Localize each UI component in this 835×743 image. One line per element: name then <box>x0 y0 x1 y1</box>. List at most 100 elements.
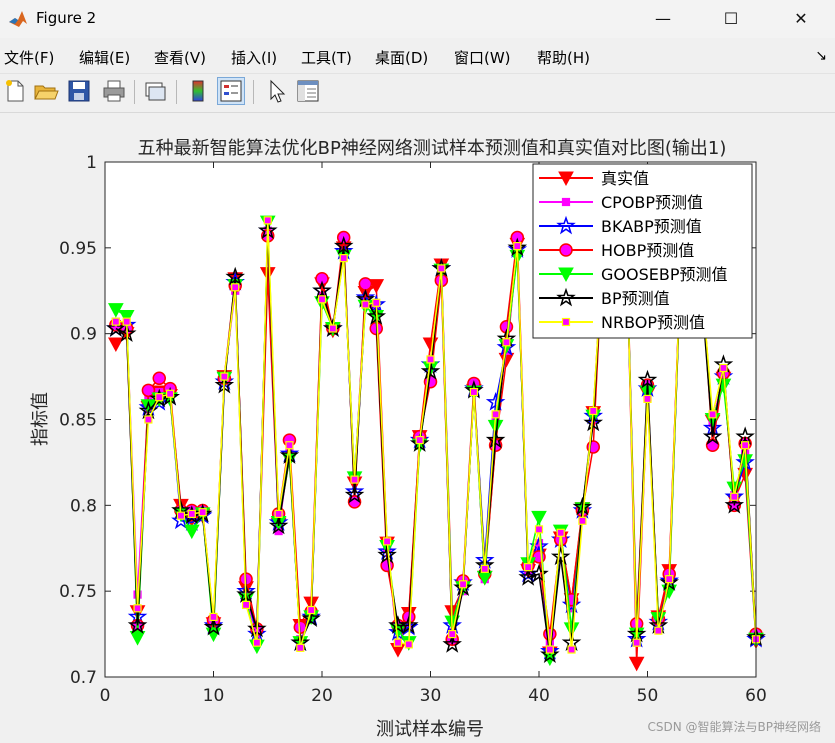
y-tick-label: 0.85 <box>59 411 97 431</box>
series-point <box>372 298 381 307</box>
menu-edit[interactable]: 编辑(E) <box>79 47 130 68</box>
menu-desktop[interactable]: 桌面(D) <box>375 47 428 68</box>
series-point <box>285 441 294 450</box>
x-tick-label: 60 <box>745 686 767 706</box>
x-tick-label: 30 <box>420 686 442 706</box>
toolbar-separator <box>176 80 177 104</box>
legend[interactable]: 真实值 CPOBP预测值 BKABP预测值 HOBP预测值 GOOSEBP预测值 BP预测… <box>532 163 753 339</box>
menu-insert[interactable]: 插入(I) <box>231 47 277 68</box>
series-point <box>176 511 186 520</box>
chart-title: 五种最新智能算法优化BP神经网络测试样本预测值和真实值对比图(输出1) <box>138 138 727 159</box>
series-point <box>383 537 392 546</box>
series-point <box>307 605 316 615</box>
legend-label: NRBOP预测值 <box>601 313 705 332</box>
series-point <box>339 254 348 263</box>
x-tick-label: 40 <box>528 686 550 706</box>
series-point <box>133 604 142 613</box>
series-point <box>415 436 424 445</box>
toolbar-separator <box>253 80 254 104</box>
legend-label: BKABP预测值 <box>601 217 702 236</box>
series-point <box>144 415 153 424</box>
link-plot-icon[interactable] <box>142 78 168 104</box>
menu-view[interactable]: 查看(V) <box>154 47 206 68</box>
series-point <box>296 643 305 652</box>
window-title: Figure 2 <box>36 9 97 27</box>
series-point <box>231 283 240 292</box>
menu-window[interactable]: 窗口(W) <box>454 47 511 68</box>
series-point <box>491 410 500 419</box>
series-point <box>252 638 261 647</box>
window-titlebar: Figure 2 — ☐ ✕ <box>0 0 835 38</box>
series-point <box>111 317 120 326</box>
series-point <box>654 626 663 635</box>
series-point <box>437 264 446 273</box>
series-point <box>263 216 272 225</box>
x-tick-label: 20 <box>311 686 333 706</box>
legend-marker <box>561 317 571 327</box>
series-point <box>361 300 370 309</box>
pointer-icon[interactable] <box>264 78 290 104</box>
minimize-button[interactable]: — <box>640 4 686 34</box>
legend-icon[interactable] <box>217 77 245 105</box>
series-point <box>209 612 218 622</box>
series-point <box>220 372 229 381</box>
series-point <box>480 564 489 573</box>
y-axis-label: 指标值 <box>30 392 51 446</box>
series-point <box>155 393 164 402</box>
menu-help[interactable]: 帮助(H) <box>537 47 590 68</box>
series-point <box>524 563 533 572</box>
series-point <box>458 580 468 589</box>
figure-plot: 五种最新智能算法优化BP神经网络测试样本预测值和真实值对比图(输出1) 0 10 2… <box>30 138 767 740</box>
series-point <box>122 317 131 326</box>
y-tick-label: 1 <box>86 153 97 173</box>
print-icon[interactable] <box>101 78 127 104</box>
series-point <box>578 516 587 525</box>
legend-label: BP预测值 <box>601 289 670 308</box>
series-point <box>469 387 478 397</box>
series-point <box>448 629 457 639</box>
series-point <box>643 394 652 403</box>
series-point <box>152 371 166 386</box>
series-point <box>317 295 327 304</box>
close-button[interactable]: ✕ <box>778 4 824 34</box>
y-tick-label: 0.75 <box>59 582 97 602</box>
series-point <box>741 441 750 450</box>
series-point <box>730 492 739 501</box>
series-point <box>708 410 717 419</box>
x-tick-label: 10 <box>203 686 225 706</box>
property-editor-icon[interactable] <box>295 78 321 104</box>
colorbar-icon[interactable] <box>185 78 211 104</box>
series-point <box>187 509 196 519</box>
series-point <box>502 338 511 347</box>
x-tick-label: 0 <box>100 686 111 706</box>
series-point <box>350 475 359 484</box>
series-point <box>534 525 544 534</box>
series-point <box>358 277 373 291</box>
legend-label: CPOBP预测值 <box>601 193 703 212</box>
new-figure-icon[interactable] <box>2 78 28 104</box>
y-tick-label: 0.95 <box>59 239 97 259</box>
menu-file[interactable]: 文件(F) <box>4 47 54 68</box>
series-point <box>274 509 283 519</box>
maximize-button[interactable]: ☐ <box>708 4 754 34</box>
legend-label: GOOSEBP预测值 <box>601 265 727 284</box>
series-point <box>513 242 522 251</box>
menu-overflow-icon[interactable]: ↘ <box>815 48 827 64</box>
series-point <box>241 600 251 609</box>
x-tick-label: 50 <box>637 686 659 706</box>
legend-label: HOBP预测值 <box>601 241 694 260</box>
y-tick-label: 0.9 <box>70 325 97 345</box>
legend-marker <box>559 243 573 257</box>
save-icon[interactable] <box>66 78 92 104</box>
series-point <box>589 406 598 416</box>
matlab-logo-icon <box>9 11 27 27</box>
series-point <box>532 550 546 564</box>
series-point <box>328 324 337 333</box>
watermark-text: CSDN @智能算法与BP神经网络 <box>647 720 822 734</box>
series-point <box>393 638 403 647</box>
open-file-icon[interactable] <box>33 78 59 104</box>
menu-tools[interactable]: 工具(T) <box>301 47 352 68</box>
legend-label: 真实值 <box>601 169 649 188</box>
x-axis-label: 测试样本编号 <box>376 719 484 740</box>
series-point <box>556 528 565 537</box>
